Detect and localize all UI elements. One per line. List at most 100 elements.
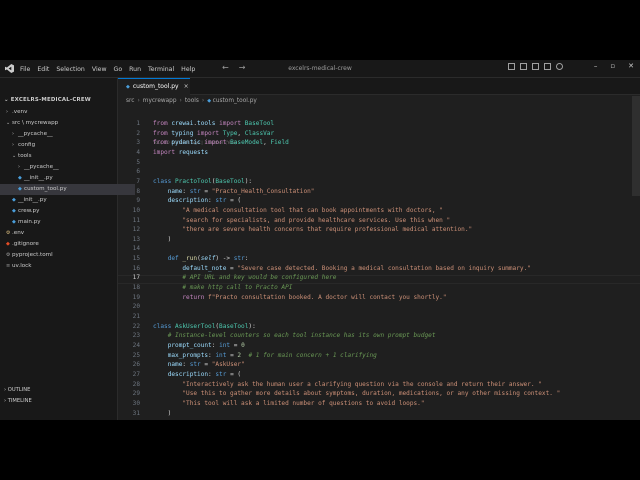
code-editor[interactable]: You, 10 minutes ago | 1 author (You) 1 fr… (118, 60, 640, 420)
line-number: 19 (132, 293, 140, 301)
line-number: 4 (136, 148, 140, 156)
code-line[interactable]: "Use this to gather more details about s… (153, 390, 560, 397)
tree-item-label: __pycache__ (24, 164, 59, 170)
tree-item-label: __pycache__ (18, 131, 53, 137)
tree-item[interactable]: ◆ .gitignore (0, 239, 123, 250)
tree-item-label: custom_tool.py (24, 186, 67, 192)
line-number: 9 (136, 197, 140, 205)
outline-section[interactable]: › OUTLINE (4, 387, 30, 393)
code-line[interactable]: "This tool will ask a limited number of … (153, 400, 424, 407)
line-number: 17 (132, 274, 140, 282)
code-line[interactable]: from pydantic import BaseModel, Field (153, 139, 289, 146)
tree-item-label: crew.py (18, 208, 40, 214)
tree-item[interactable]: ⚙ .env (0, 228, 123, 239)
code-line[interactable]: description: str = ( (153, 197, 241, 204)
line-number: 31 (132, 409, 140, 417)
line-number: 22 (132, 322, 140, 330)
code-line[interactable]: prompt_count: int = 0 (153, 342, 245, 349)
code-line[interactable]: from typing import Type, ClassVar (153, 130, 274, 137)
tree-item-label: .env (12, 230, 25, 236)
code-line[interactable]: max_prompts: int = 2 # 1 for main concer… (153, 352, 377, 359)
menu-edit[interactable]: Edit (37, 66, 49, 73)
code-line[interactable]: name: str = "AskUser" (153, 361, 245, 368)
tree-item[interactable]: ⚙ pyproject.toml (0, 250, 123, 261)
line-number: 15 (132, 255, 140, 263)
code-line[interactable]: return f"Practo consultation booked. A d… (153, 294, 446, 301)
tree-item[interactable]: ◆ custom_tool.py (0, 184, 135, 195)
line-number: 26 (132, 361, 140, 369)
line-number: 7 (136, 177, 140, 185)
tree-item-label: __init__.py (18, 197, 47, 203)
line-number: 1 (136, 120, 140, 127)
code-line[interactable]: "A medical consultation tool that can bo… (153, 207, 442, 214)
tree-item-label: config (18, 142, 36, 148)
line-number: 13 (132, 235, 140, 243)
line-number: 2 (136, 129, 140, 137)
tree-item-label: main.py (18, 219, 41, 225)
line-number: 28 (132, 380, 140, 388)
line-number: 25 (132, 351, 140, 359)
line-number: 16 (132, 264, 140, 272)
menu-view[interactable]: View (92, 66, 107, 73)
code-line[interactable]: ) (153, 410, 172, 417)
tree-item[interactable]: › __pycache__ (0, 129, 129, 140)
line-number: 24 (132, 341, 140, 349)
code-line[interactable]: "search for specialists, and provide hea… (153, 217, 450, 224)
line-number: 18 (132, 284, 140, 292)
vscode-window: File Edit Selection View Go Run Terminal… (0, 60, 640, 420)
code-line[interactable]: class PractoTool(BaseTool): (153, 178, 252, 185)
code-line[interactable]: # API URL and key would be configured he… (153, 274, 336, 281)
tree-item[interactable]: › __pycache__ (0, 162, 135, 173)
tree-item[interactable]: ◆ __init__.py (0, 195, 129, 206)
line-number: 10 (132, 206, 140, 214)
code-line[interactable]: # Instance-level counters so each tool i… (153, 332, 436, 339)
code-line[interactable]: ) (153, 236, 172, 243)
tree-item[interactable]: ◆ crew.py (0, 206, 129, 217)
tree-item[interactable]: › .venv (0, 107, 123, 118)
code-line[interactable]: import requests (153, 149, 208, 156)
line-number: 29 (132, 390, 140, 398)
code-line[interactable]: default_note = "Severe case detected. Bo… (153, 265, 531, 272)
code-line[interactable]: def _run(self) -> str: (153, 255, 249, 262)
tree-item-label: uv.lock (12, 263, 32, 269)
code-line[interactable]: "there are severe health concerns that r… (153, 226, 472, 233)
menu-file[interactable]: File (20, 66, 30, 73)
line-number: 23 (132, 332, 140, 340)
line-number: 21 (132, 313, 140, 320)
tree-item-label: src \ mycrewapp (12, 120, 59, 126)
tree-item-label: pyproject.toml (12, 252, 53, 258)
code-line[interactable]: class AskUserTool(BaseTool): (153, 323, 256, 330)
line-number: 20 (132, 303, 140, 311)
vscode-logo-icon[interactable] (5, 64, 14, 73)
line-number: 6 (136, 168, 140, 176)
tree-item-label: tools (18, 153, 32, 159)
line-number: 3 (136, 139, 140, 147)
editor-scrollbar[interactable] (632, 96, 640, 196)
code-line[interactable]: "Interactively ask the human user a clar… (153, 381, 542, 388)
line-number: 14 (132, 245, 140, 253)
tree-item[interactable]: ◆ __init__.py (0, 173, 135, 184)
line-number: 11 (132, 216, 140, 224)
line-number: 27 (132, 370, 140, 378)
tree-item-label: __init__.py (24, 175, 53, 181)
line-number: 5 (136, 158, 140, 166)
explorer-sidebar: ⌄ EXCELRS-MEDICAL-CREW › .venv ⌄ src \ mycr… (0, 78, 135, 420)
explorer-title[interactable]: ⌄ EXCELRS-MEDICAL-CREW (4, 97, 91, 103)
tree-item[interactable]: › config (0, 140, 129, 151)
line-number: 8 (136, 187, 140, 195)
code-line[interactable]: from crewai.tools import BaseTool (153, 120, 274, 127)
tree-item[interactable]: ≡ uv.lock (0, 261, 123, 272)
tree-item-label: .gitignore (12, 241, 39, 247)
tree-item[interactable]: ◆ main.py (0, 217, 129, 228)
code-line[interactable]: description: str = ( (153, 371, 241, 378)
line-number: 30 (132, 399, 140, 407)
tree-item-label: .venv (12, 109, 28, 115)
tree-item[interactable]: ⌄ src \ mycrewapp (0, 118, 123, 129)
timeline-section[interactable]: › TIMELINE (4, 398, 32, 404)
tree-item[interactable]: ⌄ tools (0, 151, 129, 162)
code-line[interactable]: # make http call to Practo API (153, 284, 292, 291)
chevron-down-icon: ⌄ (4, 97, 11, 103)
line-number: 12 (132, 226, 140, 234)
menu-selection[interactable]: Selection (56, 66, 85, 73)
code-line[interactable]: name: str = "Practo_Health_Consultation" (153, 188, 315, 195)
